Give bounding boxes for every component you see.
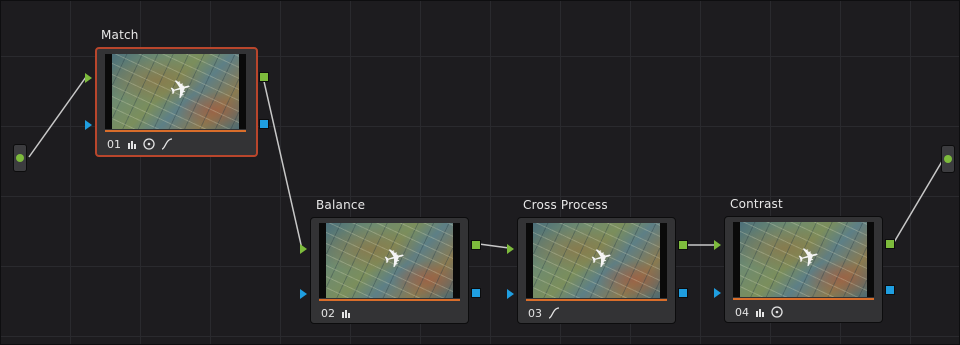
alpha-output-port[interactable] <box>259 119 269 129</box>
alpha-input-port[interactable] <box>85 120 92 130</box>
rgb-input-port[interactable] <box>85 73 92 83</box>
alpha-output-port[interactable] <box>678 288 688 298</box>
primaries-bars-icon <box>342 310 350 318</box>
alpha-output-port[interactable] <box>885 285 895 295</box>
node-02-balance[interactable]: Balance ✈ 02 <box>300 198 481 324</box>
node-number: 01 <box>107 137 121 151</box>
node-number: 04 <box>735 305 749 319</box>
color-wheel-icon <box>771 306 783 318</box>
node-number: 03 <box>528 306 542 320</box>
green-dot-icon <box>16 154 24 162</box>
node-body[interactable]: ✈ 04 <box>724 216 883 323</box>
node-01-match[interactable]: Match ✈ 01 <box>85 28 269 157</box>
primaries-bars-icon <box>128 141 136 149</box>
airplane-icon: ✈ <box>380 241 410 277</box>
color-wheel-icon <box>143 138 155 150</box>
node-progress-bar <box>105 130 246 132</box>
node-footer: 03 <box>528 306 560 320</box>
rgb-output-port[interactable] <box>259 72 269 82</box>
alpha-output-port[interactable] <box>471 288 481 298</box>
final-output-node[interactable] <box>941 145 955 173</box>
node-body[interactable]: ✈ 02 <box>310 217 469 324</box>
node-03-cross-process[interactable]: Cross Process ✈ 03 <box>507 198 688 324</box>
rgb-output-port[interactable] <box>678 240 688 250</box>
node-thumbnail: ✈ <box>105 54 246 129</box>
curve-icon <box>161 138 173 150</box>
node-04-contrast[interactable]: Contrast ✈ 04 <box>714 197 895 323</box>
node-number: 02 <box>321 306 335 320</box>
node-footer: 01 <box>107 137 173 151</box>
node-thumbnail: ✈ <box>733 222 874 297</box>
node-footer: 02 <box>321 306 351 320</box>
node-progress-bar <box>526 299 667 301</box>
node-thumbnail: ✈ <box>319 223 460 298</box>
node-title: Contrast <box>730 197 783 211</box>
source-input-node[interactable] <box>13 144 27 172</box>
airplane-icon: ✈ <box>587 241 617 277</box>
airplane-icon: ✈ <box>794 240 824 276</box>
alpha-input-port[interactable] <box>300 289 307 299</box>
rgb-input-port[interactable] <box>507 244 514 254</box>
node-title: Match <box>101 28 139 42</box>
node-title: Balance <box>316 198 366 212</box>
node-footer: 04 <box>735 305 783 319</box>
rgb-output-port[interactable] <box>471 240 481 250</box>
airplane-icon: ✈ <box>166 72 196 108</box>
alpha-input-port[interactable] <box>507 289 514 299</box>
curve-icon <box>548 307 560 319</box>
green-dot-icon <box>944 155 952 163</box>
node-progress-bar <box>319 299 460 301</box>
node-progress-bar <box>733 298 874 300</box>
rgb-output-port[interactable] <box>885 239 895 249</box>
node-title: Cross Process <box>523 198 608 212</box>
alpha-input-port[interactable] <box>714 288 721 298</box>
primaries-bars-icon <box>756 309 764 317</box>
node-thumbnail: ✈ <box>526 223 667 298</box>
node-body[interactable]: ✈ 03 <box>517 217 676 324</box>
rgb-input-port[interactable] <box>714 240 721 250</box>
rgb-input-port[interactable] <box>300 244 307 254</box>
node-body[interactable]: ✈ 01 <box>95 47 258 157</box>
